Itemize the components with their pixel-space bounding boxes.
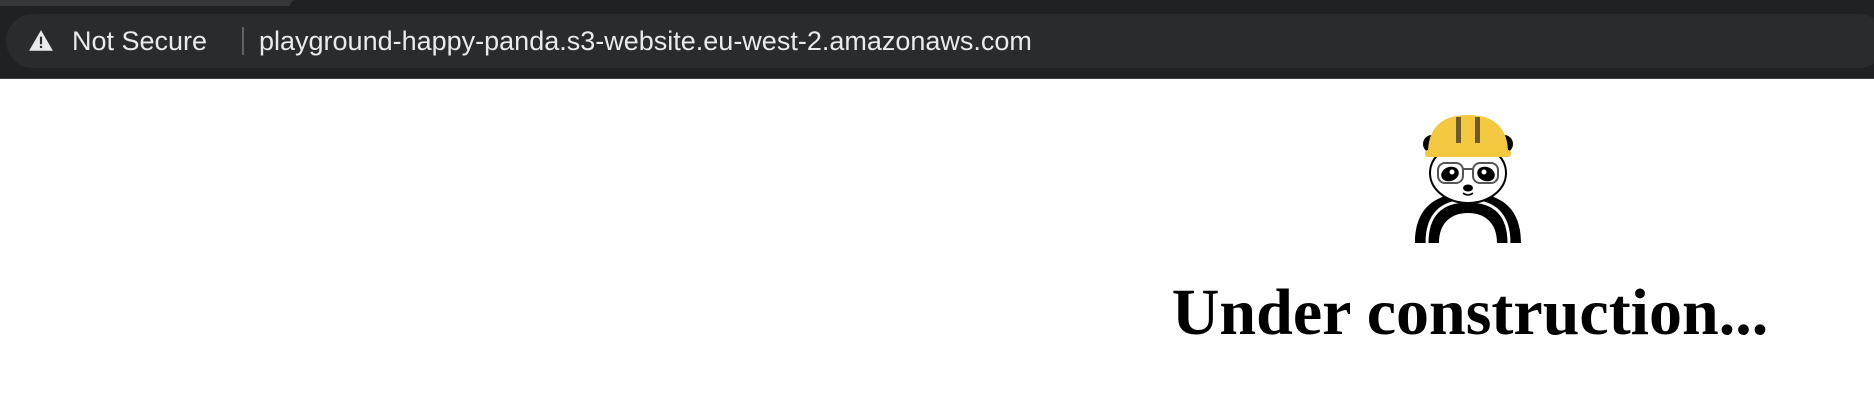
security-indicator[interactable]: Not Secure — [28, 14, 207, 68]
browser-toolbar: Not Secure playground-happy-panda.s3-web… — [0, 0, 1874, 79]
tab-strip — [0, 0, 1874, 6]
construction-panda-icon — [1415, 115, 1521, 243]
warning-triangle-icon — [29, 30, 53, 51]
page-title: Under construction... — [1171, 276, 1769, 349]
page-content: Under construction... — [0, 79, 1874, 404]
omnibox-divider — [242, 27, 244, 55]
active-tab[interactable] — [290, 0, 1874, 6]
security-label: Not Secure — [72, 25, 208, 56]
url-text[interactable]: playground-happy-panda.s3-website.eu-wes… — [259, 14, 1032, 68]
address-bar[interactable]: Not Secure playground-happy-panda.s3-web… — [6, 14, 1874, 68]
